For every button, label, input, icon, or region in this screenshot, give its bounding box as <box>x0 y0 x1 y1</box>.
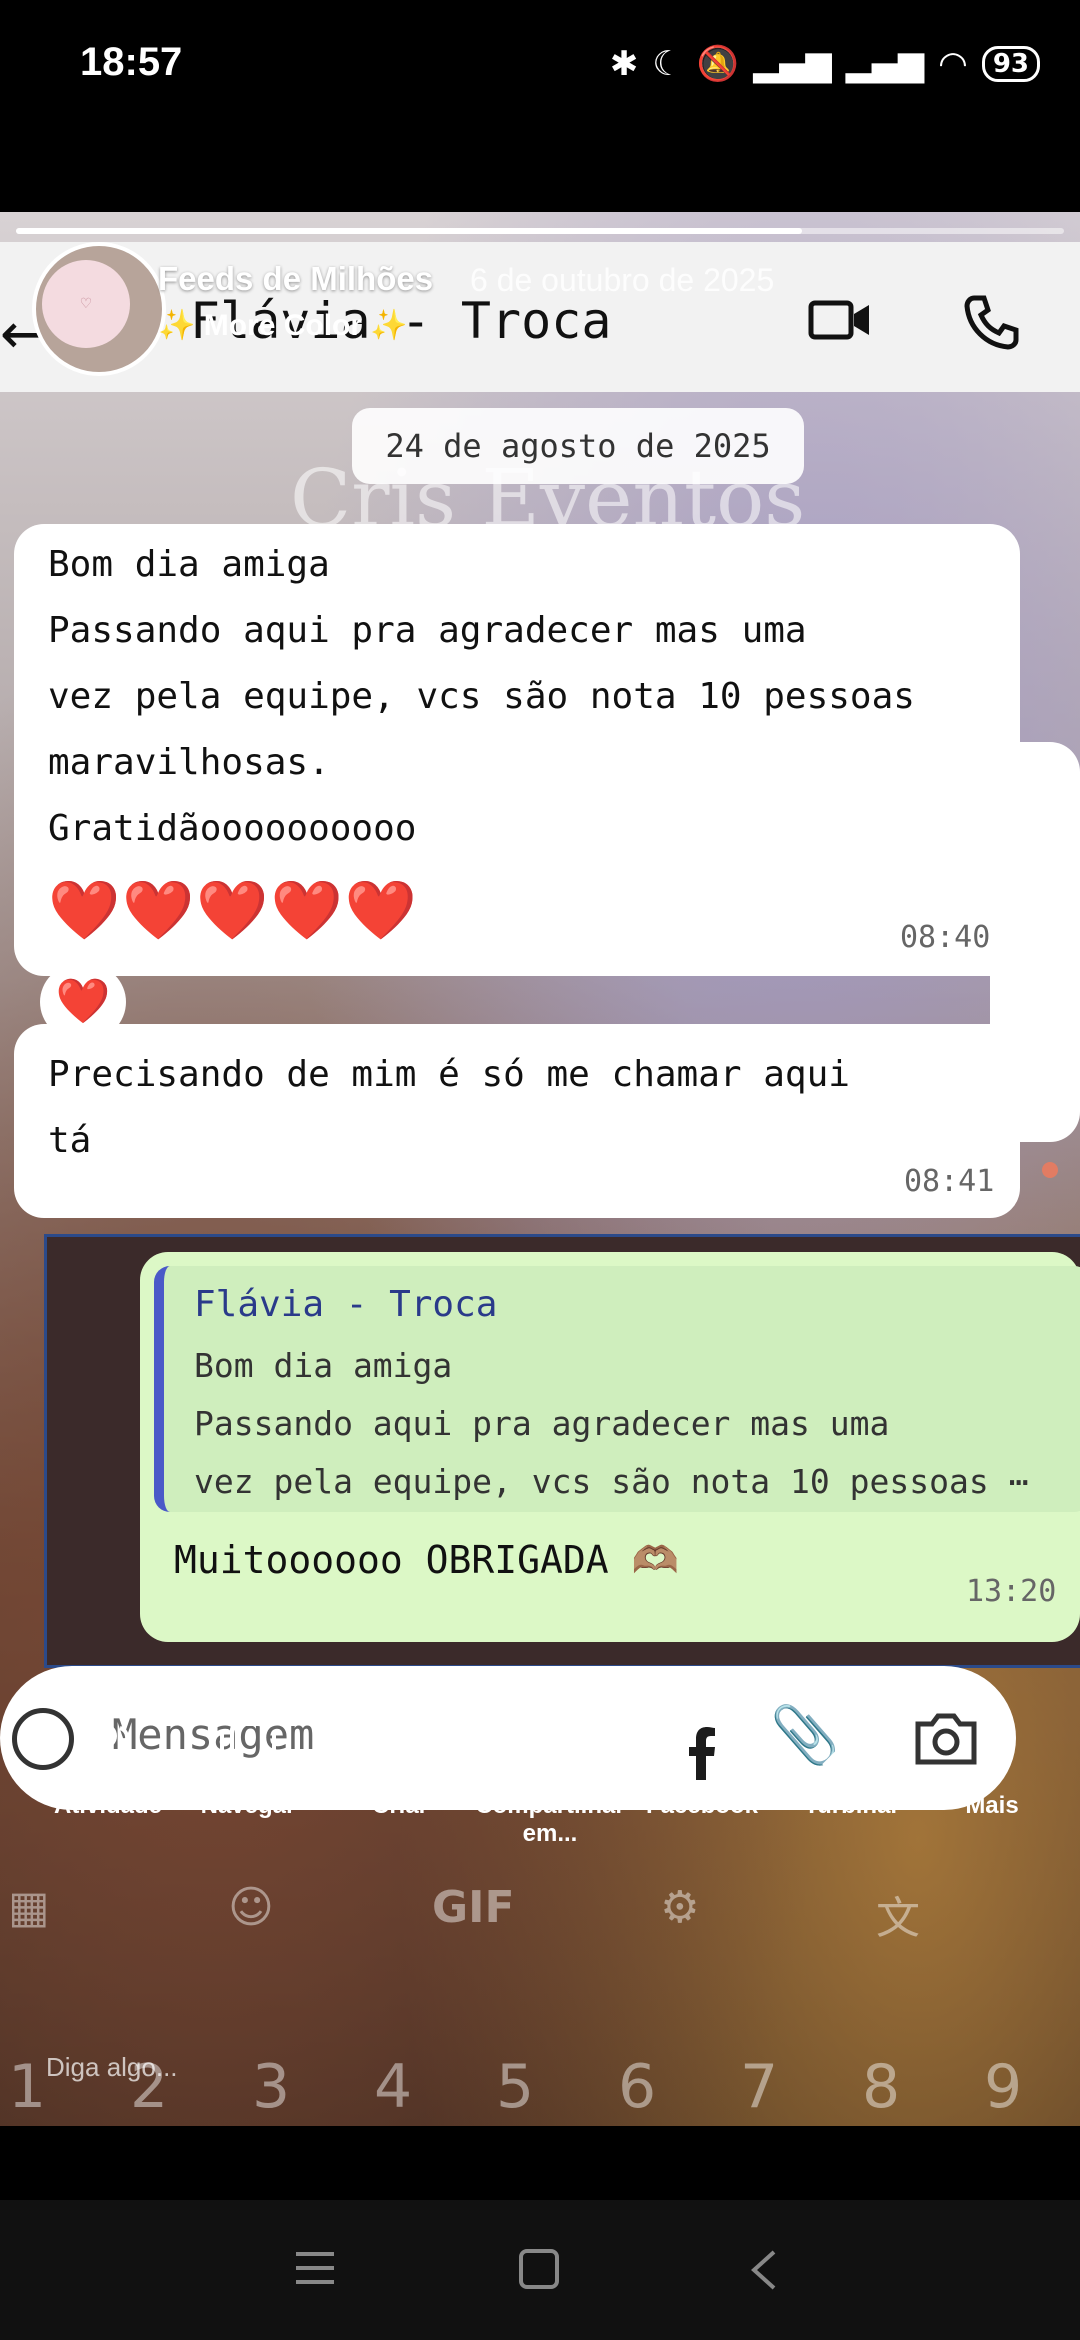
reply-hint[interactable]: Diga algo... <box>46 2052 178 2083</box>
avatar-logo: ♡ <box>42 260 130 348</box>
sticker-icon: ☺ <box>228 1882 274 1933</box>
play-icon <box>370 1720 430 1780</box>
quote-line: Bom dia amiga <box>194 1346 453 1385</box>
quote-line: vez pela equipe, vcs são nota 10 pessoas… <box>194 1462 1029 1501</box>
date-chip: 24 de agosto de 2025 <box>352 408 804 484</box>
story-music[interactable]: ✨ More Color ✨ <box>158 308 408 343</box>
clock: 18:57 <box>80 40 183 84</box>
video-call-icon[interactable] <box>808 298 872 342</box>
action-label: Criar <box>371 1792 429 1819</box>
message-line: maravilhosas. <box>48 742 330 783</box>
share-icon <box>522 1720 576 1780</box>
action-label: Navegar <box>200 1792 296 1819</box>
trending-icon <box>822 1733 881 1768</box>
status-bar: 18:57 ✱ ☾ 🔕 ▂▄▆ ▂▄▆ ◠ 93 <box>0 0 1080 130</box>
facebook-icon <box>672 1720 732 1780</box>
message-bubble-incoming: Bom dia amiga Passando aqui pra agradece… <box>14 524 1020 976</box>
bluetooth-icon: ✱ <box>609 44 639 84</box>
hearts-emoji: ❤️❤️❤️❤️❤️ <box>48 876 420 944</box>
num-key: 1 <box>8 2052 47 2122</box>
message-line: Bom dia amiga <box>48 544 330 585</box>
num-key: 3 <box>252 2052 291 2122</box>
message-bubble-outgoing: Flávia - Troca Bom dia amiga Passando aq… <box>140 1252 1080 1642</box>
story-progress-fill <box>16 228 802 234</box>
action-mais[interactable]: Mais <box>916 1716 1068 1820</box>
quoted-message: Flávia - Troca Bom dia amiga Passando aq… <box>154 1266 1080 1512</box>
wifi-icon: ◠ <box>938 44 968 84</box>
message-line: Passando aqui pra agradecer mas uma <box>48 610 807 651</box>
signal-icon: ▂▄▆ <box>753 44 832 84</box>
action-navegar[interactable]: Navegar <box>172 1716 324 1820</box>
message-line: Gratidãoooooooooo <box>48 808 417 849</box>
keyboard-overlay: ▦ ☺ GIF ⚙ 文 1 2 3 4 5 6 7 8 9 <box>0 1872 1080 2122</box>
battery-icon: 93 <box>981 46 1040 82</box>
status-icons: ✱ ☾ 🔕 ▂▄▆ ▂▄▆ ◠ 93 <box>610 44 1040 84</box>
action-facebook[interactable]: Facebook <box>626 1716 778 1820</box>
signal-icon: ▂▄▆ <box>845 44 925 84</box>
action-criar[interactable]: Criar <box>324 1716 476 1820</box>
num-key: 9 <box>984 2052 1023 2122</box>
message-line: Precisando de mim é só me chamar aqui <box>48 1054 850 1095</box>
story-avatar[interactable]: ♡ <box>32 242 166 376</box>
action-label: Facebook <box>645 1792 759 1819</box>
num-key: 6 <box>618 2052 657 2122</box>
action-atividade[interactable]: Atividade <box>32 1716 184 1820</box>
back-icon[interactable] <box>748 2248 778 2292</box>
num-key: 5 <box>496 2052 535 2122</box>
more-vertical-icon <box>987 1725 997 1775</box>
quote-author: Flávia - Troca <box>194 1284 498 1325</box>
apps-grid-icon: ▦ <box>8 1882 50 1933</box>
story-music-label: More Color ✨ <box>203 309 408 342</box>
story-username[interactable]: Feeds de Milhões <box>158 260 433 298</box>
message-bubble-incoming: Precisando de mim é só me chamar aqui tá… <box>14 1024 1020 1218</box>
action-label: Mais <box>965 1792 1019 1819</box>
num-key: 8 <box>862 2052 901 2122</box>
action-label: Compartilhar em... <box>475 1792 625 1847</box>
story-progress <box>16 228 1064 234</box>
action-turbinar[interactable]: Turbinar <box>776 1716 928 1820</box>
phone-call-icon[interactable] <box>962 292 1022 352</box>
home-icon[interactable] <box>518 2248 560 2290</box>
message-time: 08:41 <box>904 1164 995 1199</box>
action-compartilhar[interactable]: Compartilhar em... <box>474 1716 626 1848</box>
gif-key: GIF <box>432 1882 515 1933</box>
moon-icon: ☾ <box>652 44 683 84</box>
side-card <box>990 742 1080 1142</box>
story-date: 6 de outubro de 2025 <box>470 262 775 298</box>
num-key: 7 <box>740 2052 779 2122</box>
indicator-dot <box>1042 1162 1058 1178</box>
people-icon <box>81 1723 138 1774</box>
action-label: Turbinar <box>804 1792 900 1819</box>
quote-line: Passando aqui pra agradecer mas uma <box>194 1404 890 1443</box>
system-nav-bar <box>0 2200 1080 2340</box>
message-line: vez pela equipe, vcs são nota 10 pessoas <box>48 676 915 717</box>
swipe-icon <box>220 1722 276 1778</box>
recents-icon[interactable] <box>294 2250 336 2286</box>
action-label: Atividade <box>53 1792 163 1819</box>
message-time: 13:20 <box>966 1574 1057 1609</box>
message-line: tá <box>48 1120 92 1161</box>
mute-icon: 🔕 <box>696 44 740 84</box>
settings-icon: ⚙ <box>660 1882 700 1933</box>
sparkle-icon: ✨ <box>158 309 204 342</box>
message-time: 08:40 <box>900 920 991 955</box>
message-text: Muitoooooo OBRIGADA 🫶🏽 <box>174 1538 679 1582</box>
translate-icon: 文 <box>876 1893 920 1944</box>
num-key: 4 <box>374 2052 413 2122</box>
